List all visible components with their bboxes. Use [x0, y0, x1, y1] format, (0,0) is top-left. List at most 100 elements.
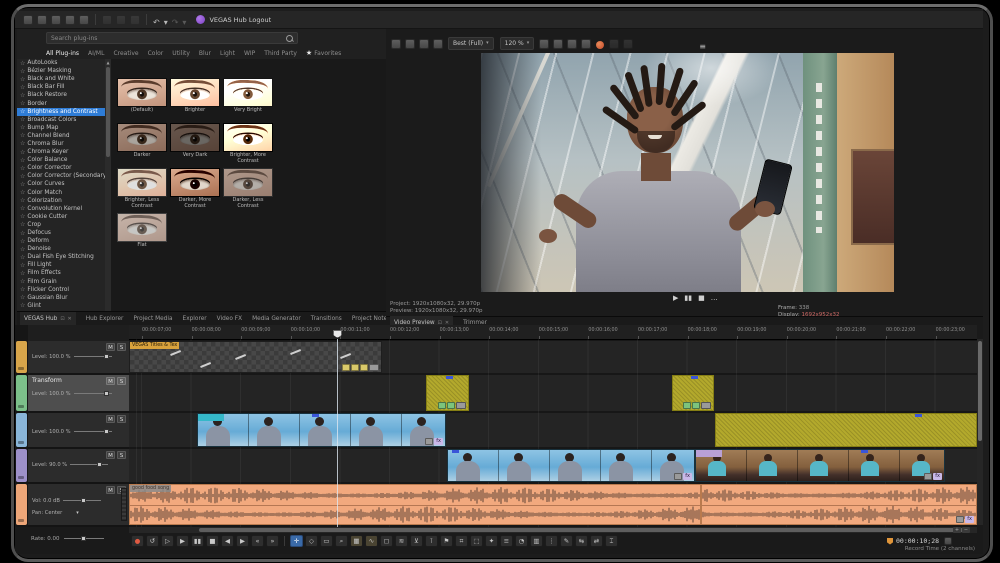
playhead-line[interactable]	[337, 339, 338, 527]
track-color-tab[interactable]	[16, 484, 27, 525]
plugin-item[interactable]: ☆Border	[17, 99, 105, 107]
time-format-icon[interactable]	[944, 537, 952, 545]
save-snapshot-icon[interactable]	[581, 39, 591, 49]
dock-tab-project-media[interactable]: Project Media	[133, 316, 172, 322]
dock-tab-video-fx[interactable]: Video FX	[217, 316, 242, 322]
toggle-a-icon[interactable]	[609, 39, 619, 49]
preset-thumbnail[interactable]	[170, 168, 220, 197]
favorite-star-icon[interactable]: ☆	[20, 92, 25, 99]
preset-thumbnail[interactable]	[117, 78, 167, 107]
preview-quality-dropdown[interactable]: Best (Full)▾	[448, 37, 494, 50]
favorite-star-icon[interactable]: ☆	[20, 221, 25, 228]
track-header[interactable]: MSLevel: 100.0 %	[28, 341, 129, 375]
undo-icon[interactable]: ↶	[153, 18, 160, 28]
track-header[interactable]: MSVol: 0.0 dBPan: Center▾	[28, 484, 129, 527]
plugin-item[interactable]: ☆Colorization	[17, 197, 105, 205]
track-color-tab[interactable]	[16, 375, 27, 411]
window-restore-icon[interactable]: ⊡	[60, 316, 64, 322]
toggle-b-icon[interactable]	[623, 39, 633, 49]
event-fx-icon[interactable]	[683, 402, 691, 409]
favorite-star-icon[interactable]: ☆	[20, 84, 25, 91]
redo-icon[interactable]: ↷	[172, 18, 179, 28]
preset-thumbnail[interactable]	[223, 168, 273, 197]
event-pan-crop-icon[interactable]	[674, 473, 682, 480]
favorite-star-icon[interactable]: ☆	[20, 189, 25, 196]
timeline-event[interactable]	[715, 413, 977, 447]
favorite-star-icon[interactable]: ☆	[20, 238, 25, 245]
plugin-item[interactable]: ☆Convolution Kernel	[17, 205, 105, 213]
plugin-item[interactable]: ☆Denoise	[17, 245, 105, 253]
zoom-out-button[interactable]: −	[962, 527, 970, 533]
dock-tab-vegas-hub[interactable]: VEGAS Hub⊡✕	[20, 312, 76, 326]
project-properties-icon[interactable]	[391, 39, 401, 49]
preview-zoom-dropdown[interactable]: 120 %▾	[500, 37, 535, 50]
solo-button[interactable]: S	[117, 451, 126, 459]
preset-thumbnail[interactable]	[117, 213, 167, 242]
plugin-item[interactable]: ☆Film Grain	[17, 278, 105, 286]
plugin-item[interactable]: ☆Color Corrector	[17, 164, 105, 172]
slider-handle[interactable]	[104, 391, 109, 396]
favorite-star-icon[interactable]: ☆	[20, 246, 25, 253]
plugin-item[interactable]: ☆Flicker Control	[17, 286, 105, 294]
plugin-item[interactable]: ☆Bump Map	[17, 124, 105, 132]
favorite-star-icon[interactable]: ☆	[20, 173, 25, 180]
event-pan-crop-icon[interactable]	[956, 516, 964, 523]
plugin-item[interactable]: ☆Chroma Keyer	[17, 148, 105, 156]
event-fx-button[interactable]: fx	[965, 516, 974, 523]
slider-handle[interactable]	[97, 462, 102, 467]
preset-cell[interactable]: Darker	[117, 123, 167, 159]
favorite-star-icon[interactable]: ☆	[20, 132, 25, 139]
preset-cell[interactable]: Brighter, Less Contrast	[117, 168, 167, 210]
favorite-star-icon[interactable]: ☆	[20, 165, 25, 172]
track-color-tab[interactable]	[16, 449, 27, 482]
preset-cell[interactable]: Darker, More Contrast	[170, 168, 220, 210]
track-header[interactable]: TransformMSLevel: 100.0 %	[28, 375, 129, 413]
preset-thumbnail[interactable]	[117, 123, 167, 152]
preview-on-external-monitor-icon[interactable]	[596, 41, 604, 49]
timeline-event[interactable]	[672, 375, 714, 411]
favorite-star-icon[interactable]: ☆	[20, 149, 25, 156]
pan-handle[interactable]: ▾	[76, 510, 79, 516]
event-fx-icon[interactable]	[360, 364, 368, 371]
overlay-grid-icon[interactable]	[539, 39, 549, 49]
mute-button[interactable]: M	[106, 451, 115, 459]
favorite-star-icon[interactable]: ☆	[20, 270, 25, 277]
volume-slider[interactable]	[63, 500, 101, 501]
dock-tab-transitions[interactable]: Transitions	[311, 316, 342, 322]
solo-button[interactable]: S	[117, 343, 126, 351]
preset-cell[interactable]: Brighter, More Contrast	[223, 123, 273, 165]
plugin-item[interactable]: ☆Brightness and Contrast	[17, 108, 105, 116]
favorite-star-icon[interactable]: ☆	[20, 76, 25, 83]
event-fx-icon[interactable]	[438, 402, 446, 409]
event-fx-icon[interactable]	[447, 402, 455, 409]
track-color-tab[interactable]	[16, 341, 27, 373]
timeline-lanes[interactable]: 00:00:07;0000:00:08;0000:00:09;0000:00:1…	[129, 325, 977, 527]
rate-slider[interactable]	[64, 538, 104, 539]
undo-dropdown-icon[interactable]: ▾	[164, 18, 168, 28]
tab-all-plug-ins[interactable]: All Plug-ins	[46, 50, 79, 57]
event-fx-button[interactable]: fx	[683, 473, 692, 480]
plugin-item[interactable]: ☆Channel Blend	[17, 132, 105, 140]
preset-cell[interactable]: Darker, Less Contrast	[223, 168, 273, 210]
solo-button[interactable]: S	[117, 377, 126, 385]
redo-dropdown-icon[interactable]: ▾	[182, 18, 186, 28]
properties-gear-icon[interactable]	[79, 15, 89, 25]
event-fx-icon[interactable]	[692, 402, 700, 409]
plugin-item[interactable]: ☆Crop	[17, 221, 105, 229]
favorite-star-icon[interactable]: ☆	[20, 197, 25, 204]
timeline-event[interactable]: fx	[701, 484, 977, 525]
cut-icon[interactable]	[102, 15, 112, 25]
tab-creative[interactable]: Creative	[113, 50, 138, 57]
favorite-star-icon[interactable]: ☆	[20, 213, 25, 220]
preset-cell[interactable]: Flat	[117, 213, 167, 249]
plugin-item[interactable]: ☆Color Match	[17, 189, 105, 197]
event-fx-button[interactable]: fx	[933, 473, 942, 480]
track-header[interactable]: MSLevel: 100.0 %	[28, 413, 129, 449]
stop-icon[interactable]: ■	[698, 294, 705, 302]
timeline-event[interactable]: fx	[695, 449, 945, 482]
favorite-star-icon[interactable]: ☆	[20, 124, 25, 131]
mute-button[interactable]: M	[106, 486, 115, 494]
tab-third-party[interactable]: Third Party	[264, 50, 297, 57]
event-generator-icon[interactable]	[369, 364, 379, 371]
timeline-event[interactable]: good food song	[129, 484, 701, 525]
